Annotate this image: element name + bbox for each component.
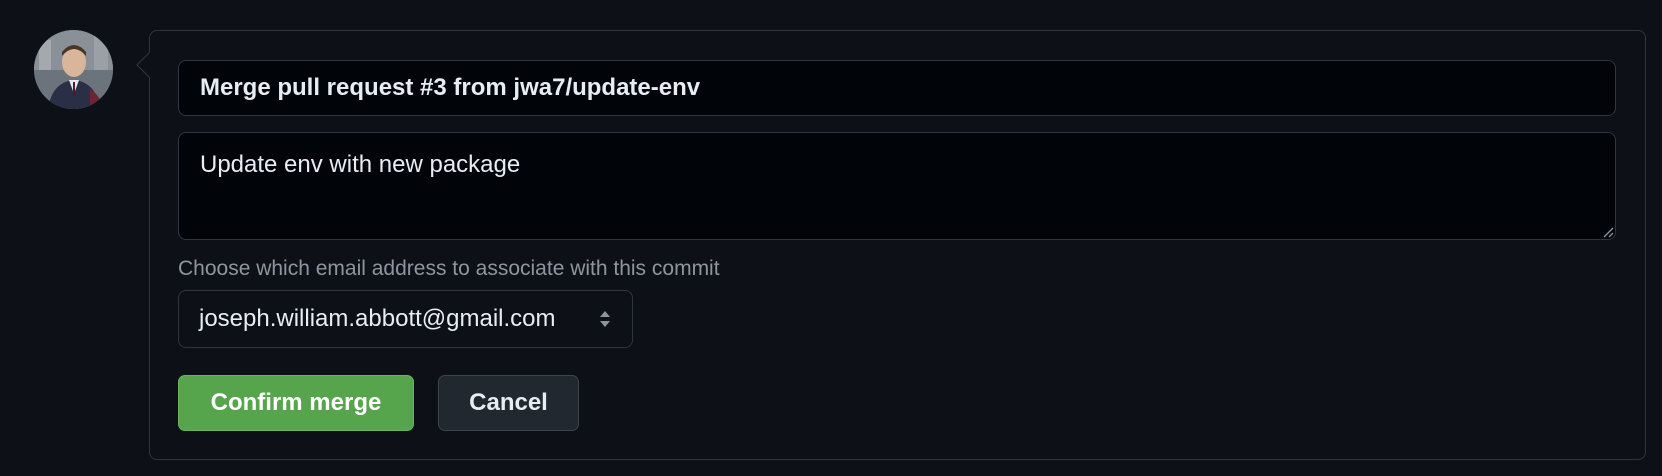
panel-pointer — [136, 52, 162, 78]
email-label: Choose which email address to associate … — [178, 257, 720, 280]
email-select[interactable]: joseph.william.abbott@gmail.com — [178, 290, 633, 348]
commit-message-textarea[interactable]: Update env with new package — [178, 132, 1616, 240]
email-select-value: joseph.william.abbott@gmail.com — [199, 305, 556, 332]
avatar[interactable] — [34, 30, 113, 109]
merge-form-panel: Update env with new package Choose which… — [136, 30, 1646, 460]
avatar-image — [34, 30, 113, 109]
resize-handle-icon[interactable] — [1602, 226, 1614, 238]
chevron-up-down-icon — [600, 311, 610, 327]
cancel-button[interactable]: Cancel — [438, 375, 579, 431]
commit-title-input[interactable] — [178, 60, 1616, 116]
confirm-merge-button[interactable]: Confirm merge — [178, 375, 414, 431]
merge-commit-page: Update env with new package Choose which… — [0, 0, 1662, 476]
